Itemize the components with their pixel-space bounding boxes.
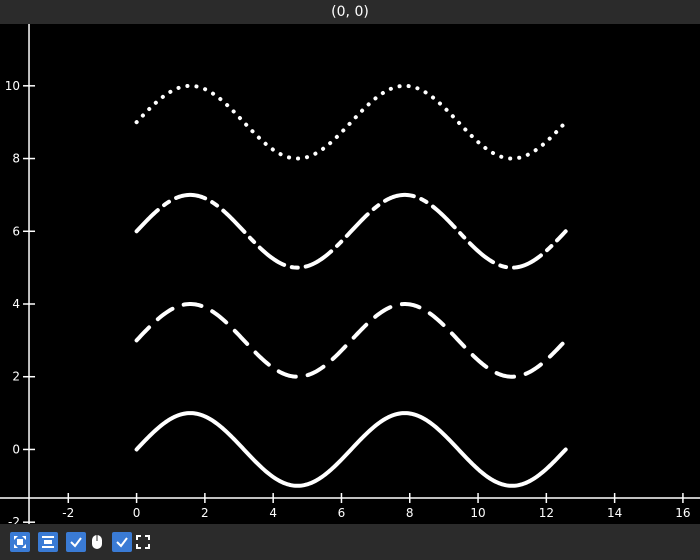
align-center-button[interactable] [38, 532, 58, 552]
x-tick-label: 4 [269, 506, 277, 520]
mouse-icon [92, 535, 102, 549]
series-line-dotted [134, 83, 568, 161]
fit-view-icon [14, 536, 26, 548]
mouse-mode-checkbox[interactable] [66, 532, 86, 552]
x-tick-label: 0 [133, 506, 141, 520]
x-tick-label: 10 [470, 506, 485, 520]
fit-view-button[interactable] [10, 532, 30, 552]
fullscreen-checkbox[interactable] [112, 532, 132, 552]
x-tick-label: 8 [406, 506, 414, 520]
checkbox-checked-icon [116, 537, 128, 548]
toolbar [0, 524, 700, 560]
y-tick-label: 8 [12, 152, 20, 166]
y-tick-label: 2 [12, 370, 20, 384]
x-tick-label: 6 [338, 506, 346, 520]
series-line-dashdot [134, 192, 568, 270]
x-tick-label: -2 [62, 506, 74, 520]
y-tick-label: 0 [12, 442, 20, 456]
x-tick-label: 16 [675, 506, 690, 520]
align-center-icon [42, 536, 54, 548]
fullscreen-icon [136, 535, 150, 549]
series-line-solid [134, 411, 568, 488]
plot-area[interactable]: -2 0 2 4 6 8 10 12 14 16 -2 0 2 4 6 8 10 [0, 24, 700, 524]
x-tick-label: 2 [201, 506, 209, 520]
y-tick-label: 6 [12, 224, 20, 238]
mouse-mode-toggle[interactable] [88, 532, 106, 552]
y-tick-label: 10 [5, 79, 20, 93]
x-tick-label: 12 [539, 506, 554, 520]
y-tick-label: -2 [8, 515, 20, 524]
fullscreen-toggle[interactable] [134, 532, 152, 552]
series-line-dashed [134, 302, 568, 379]
y-tick-label: 4 [12, 297, 20, 311]
x-tick-label: 14 [607, 506, 622, 520]
window-title: (0, 0) [0, 0, 700, 24]
checkbox-checked-icon [70, 537, 82, 548]
